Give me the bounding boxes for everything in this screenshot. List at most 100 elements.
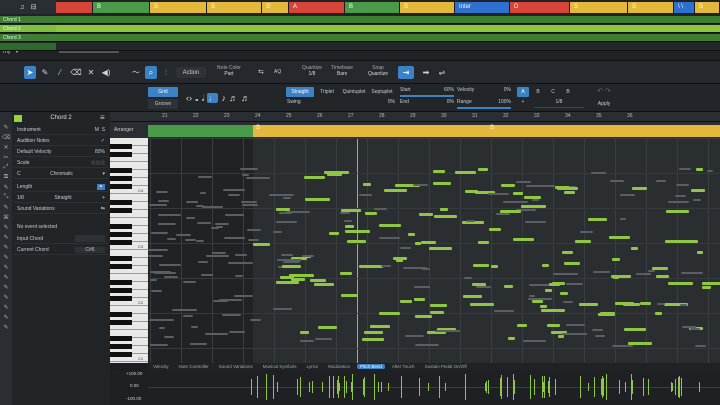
midi-note[interactable] <box>566 283 583 285</box>
midi-note[interactable] <box>517 324 527 327</box>
midi-note[interactable] <box>488 193 509 195</box>
midi-note[interactable] <box>345 230 370 233</box>
midi-note[interactable] <box>525 221 546 223</box>
black-key[interactable] <box>110 184 132 189</box>
midi-note[interactable] <box>668 201 689 203</box>
inspector-tool-icon[interactable]: ✎ <box>2 244 10 252</box>
midi-note[interactable] <box>575 240 591 243</box>
midi-note[interactable] <box>235 254 247 256</box>
midi-note[interactable] <box>374 208 387 210</box>
midi-note[interactable] <box>707 170 713 172</box>
midi-note[interactable] <box>164 264 175 266</box>
midi-note[interactable] <box>158 214 181 216</box>
lane-tab[interactable]: Note Controller <box>176 364 212 369</box>
midi-note[interactable] <box>408 233 415 236</box>
midi-note[interactable] <box>289 274 314 277</box>
pitch-bend-event[interactable] <box>251 379 252 395</box>
pitch-bend-event[interactable] <box>257 376 258 398</box>
midi-note[interactable] <box>282 265 301 268</box>
midi-note[interactable] <box>273 231 282 233</box>
pitch-bend-event[interactable] <box>500 378 501 396</box>
midi-note[interactable] <box>281 254 287 256</box>
inspector-tool-icon[interactable]: ✕ <box>2 144 10 152</box>
midi-note[interactable] <box>433 182 451 185</box>
midi-note[interactable] <box>158 200 169 202</box>
midi-note[interactable] <box>595 335 605 337</box>
midi-note[interactable] <box>250 319 261 321</box>
midi-note[interactable] <box>384 189 407 192</box>
overview-track-lane[interactable] <box>56 25 720 33</box>
midi-note[interactable] <box>276 221 297 223</box>
arranger-overview-segment[interactable]: Inter <box>455 2 510 13</box>
note-color-dropdown[interactable]: Note Color Part <box>212 65 246 81</box>
midi-note[interactable] <box>579 303 598 306</box>
midi-note[interactable] <box>379 312 400 315</box>
quantize-preset-button[interactable]: B <box>532 87 544 97</box>
midi-note[interactable] <box>610 180 624 182</box>
pitch-bend-event[interactable] <box>625 382 626 392</box>
inspector-tool-icon[interactable]: ✎ <box>2 184 10 192</box>
step-record-icon[interactable]: ➡ <box>420 66 432 79</box>
pitch-bend-event[interactable] <box>312 381 313 393</box>
midi-note[interactable] <box>666 210 689 213</box>
pitch-bend-event[interactable] <box>501 375 502 399</box>
midi-note[interactable] <box>620 194 635 196</box>
midi-note[interactable] <box>523 340 546 342</box>
midi-note[interactable] <box>149 204 167 206</box>
midi-note[interactable] <box>588 218 607 221</box>
midi-note[interactable] <box>500 210 521 213</box>
inspector-tool-icon[interactable]: ✎ <box>2 234 10 242</box>
inspector-tool-icon[interactable]: ✎ <box>2 314 10 322</box>
midi-note[interactable] <box>421 241 436 244</box>
triplet-button[interactable]: Triplet <box>316 87 338 97</box>
track-color-swatch[interactable] <box>14 115 22 122</box>
midi-note[interactable] <box>508 337 515 340</box>
midi-note[interactable] <box>465 190 478 193</box>
groove-button[interactable]: Groove <box>148 99 178 109</box>
black-key[interactable] <box>110 256 132 261</box>
inspector-tool-icon[interactable]: ⤡ <box>2 194 10 202</box>
midi-note[interactable] <box>592 329 603 331</box>
quantize-preset-button[interactable]: A <box>517 87 529 97</box>
septuplet-button[interactable]: Septuplet <box>369 87 395 97</box>
midi-note[interactable] <box>563 301 573 303</box>
pitch-bend-event[interactable] <box>548 381 549 393</box>
midi-note[interactable] <box>632 187 647 190</box>
midi-note[interactable] <box>253 243 270 246</box>
pitch-bend-lane[interactable]: +100.00 0.00 -100.00 <box>110 370 720 405</box>
pitch-bend-event[interactable] <box>309 382 310 392</box>
midi-note[interactable] <box>636 273 651 275</box>
pitch-bend-event[interactable] <box>543 382 544 392</box>
midi-note[interactable] <box>690 328 700 330</box>
midi-note[interactable] <box>529 295 535 297</box>
midi-note[interactable] <box>300 331 309 334</box>
pitch-bend-event[interactable] <box>681 378 682 396</box>
midi-note[interactable] <box>513 238 534 241</box>
inspector-tool-icon[interactable]: ✎ <box>2 204 10 212</box>
pitch-bend-event[interactable] <box>679 376 680 398</box>
midi-note[interactable] <box>228 194 240 196</box>
arranger-overview-segment[interactable]: S <box>695 2 720 13</box>
midi-note[interactable] <box>434 215 457 218</box>
midi-note[interactable] <box>429 247 452 250</box>
midi-note[interactable] <box>197 222 211 224</box>
pitch-bend-event[interactable] <box>401 376 402 398</box>
midi-note[interactable] <box>693 199 701 201</box>
midi-note[interactable] <box>591 172 606 174</box>
midi-note[interactable] <box>562 251 573 254</box>
black-key[interactable] <box>110 232 132 237</box>
midi-note[interactable] <box>223 189 245 191</box>
midi-note[interactable] <box>532 300 543 303</box>
midi-note[interactable] <box>347 240 366 243</box>
pitch-bend-event[interactable] <box>507 377 508 397</box>
overview-track-lane[interactable] <box>56 34 720 42</box>
lane-tab[interactable]: Pitch Bend <box>357 364 385 369</box>
inspector-tool-icon[interactable]: ✎ <box>2 224 10 232</box>
midi-note[interactable] <box>430 304 447 307</box>
arranger-overview-segment[interactable]: B <box>345 2 400 13</box>
eraser-tool-icon[interactable]: ⌫ <box>70 66 82 79</box>
midi-note[interactable] <box>370 325 390 328</box>
midi-note[interactable] <box>345 225 354 228</box>
midi-note[interactable] <box>205 333 228 335</box>
overview-track-lane[interactable] <box>56 16 720 24</box>
